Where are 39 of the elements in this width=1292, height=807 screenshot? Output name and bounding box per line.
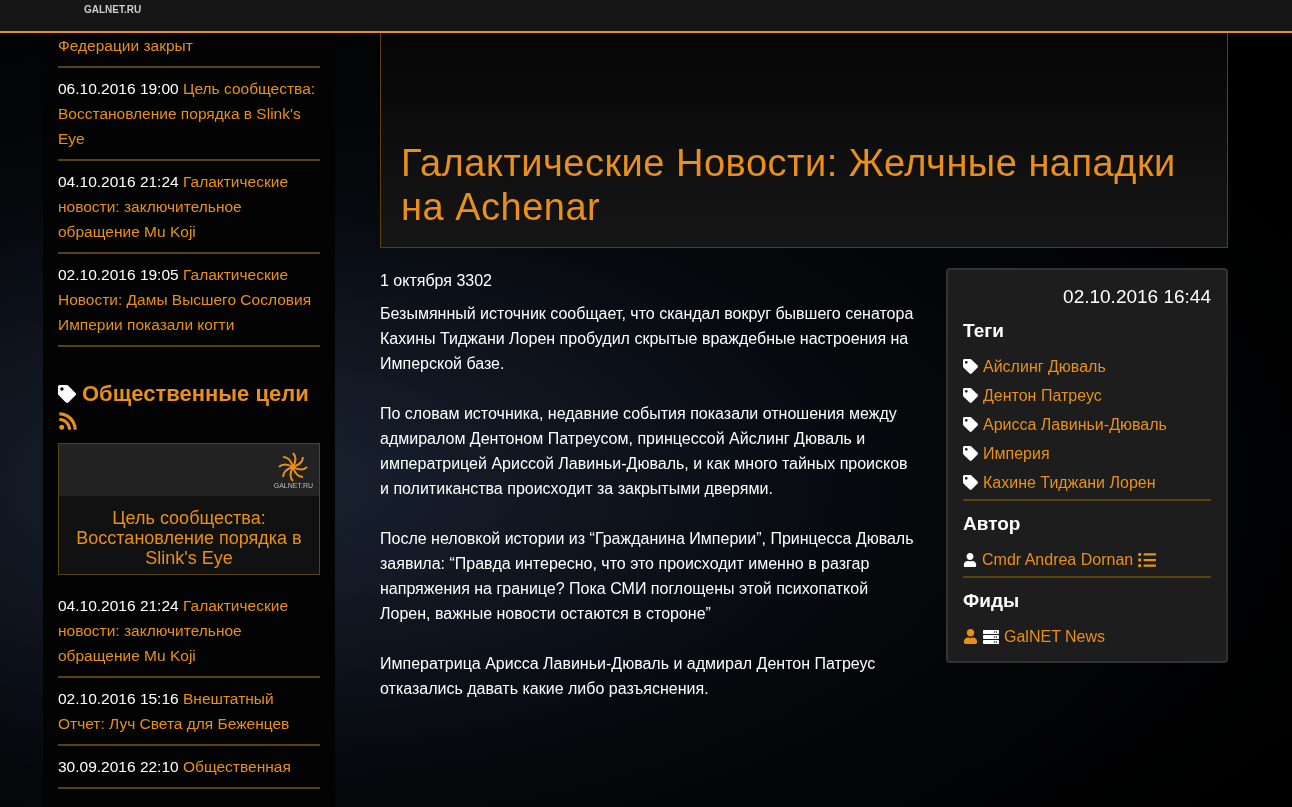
feeds-heading: Фиды: [963, 590, 1021, 612]
news-item: 04.10.2016 21:24 Галактические новости: заключительное обращение Mu Koji: [58, 173, 288, 240]
list-icon[interactable]: [1138, 550, 1157, 569]
tag-icon: [963, 446, 978, 461]
article-paragraph: Императрица Арисса Лавиньи-Дюваль и адмирал Дентон Патреус отказались давать какие либо разъяснения.: [380, 654, 877, 699]
tag-link[interactable]: Кахине Тиджани Лорен: [983, 468, 1156, 497]
publish-datetime: 02.10.2016 16:44: [1062, 286, 1211, 308]
news-item: 06.10.2016 19:00 Цель сообщества: Восстановление порядка в Slink's Eye: [58, 80, 316, 147]
feed-link[interactable]: GalNET News: [1004, 622, 1106, 651]
article-paragraph: После неловкой истории из “Гражданина Империи”, Принцесса Дюваль заявила: “Правда интересно, что это происходит именно в разгар напряжения на границе? Пока СМИ поглощены этой психопаткой Лорен, важные новости остаются в стороне”: [380, 529, 915, 624]
news-item: 04.10.2016 21:24 Галактические новости: заключительное обращение Mu Koji: [58, 597, 288, 664]
news-link[interactable]: Федерации закрыт: [58, 37, 193, 54]
tags-heading: Теги: [963, 320, 1005, 342]
news-item: 30.09.2016 22:10 Общественная: [58, 758, 291, 775]
article-date: 1 октября 3302: [380, 271, 493, 291]
card-title: Цель сообщества: Восстановление порядка в Slink's Eye: [75, 508, 303, 570]
news-item: 02.10.2016 15:16 Внештатный Отчет: Луч Света для Беженцев: [58, 690, 290, 732]
article-title: Галактические Новости: Желчные нападки на Achenar: [401, 141, 1177, 229]
author-link[interactable]: Cmdr Andrea Dornan: [982, 545, 1134, 574]
tag-link[interactable]: Арисса Лавиньи-Дюваль: [983, 410, 1167, 439]
rss-icon[interactable]: [58, 411, 78, 431]
news-item: 02.10.2016 19:05 Галактические Новости: Дамы Высшего Сословия Империи показали когти: [58, 266, 312, 333]
tag-icon: [963, 475, 978, 490]
tag-icon: [963, 417, 978, 432]
tag-link[interactable]: Дентон Патреус: [983, 381, 1102, 410]
user-icon: [963, 629, 978, 644]
star-logo-icon: [276, 452, 311, 482]
article-paragraph: По словам источника, недавние события показали отношения между адмиралом Дентоном Патреусом, принцессой Айслинг Дюваль и императрицей Ариссой Лавиньи-Дюваль, и как много тайных происков и политиканства происходит за закрытыми дверями.: [380, 404, 909, 499]
author-heading: Автор: [963, 513, 1022, 535]
server-icon: [983, 628, 999, 645]
user-icon: [963, 552, 977, 567]
section-title[interactable]: Общественные цели: [82, 377, 309, 411]
tag-link[interactable]: Империя: [983, 439, 1050, 468]
logo-text[interactable]: GALNET.RU: [84, 4, 142, 31]
tag-icon: [58, 385, 76, 403]
tag-icon: [963, 388, 978, 403]
tag-link[interactable]: Айслинг Дюваль: [983, 352, 1106, 381]
article-paragraph: Безымянный источник сообщает, что скандал вокруг бывшего сенатора Кахины Тиджани Лорен пробудил скрытые враждебные настроения на Имперской базе.: [380, 304, 915, 374]
tag-icon: [963, 359, 978, 374]
